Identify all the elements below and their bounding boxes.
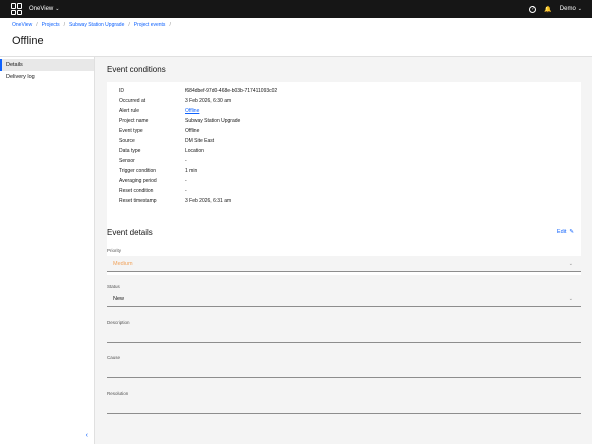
collapse-sidebar-icon[interactable]: ‹ (86, 432, 88, 439)
condition-row: Reset timestamp 3 Feb 2026, 6:31 am (119, 198, 231, 204)
condition-value: f684dbef-97d0-468e-b03b-717411093c02 (185, 88, 278, 94)
priority-select[interactable]: Medium ⌄ (107, 256, 581, 272)
priority-value: Medium (113, 261, 133, 267)
condition-key: Project name (119, 118, 149, 124)
priority-label: Priority (107, 248, 122, 253)
cause-input[interactable] (107, 362, 581, 378)
edit-label: Edit (556, 229, 567, 235)
chevron-down-icon: ⌄ (55, 6, 60, 12)
condition-value: - (185, 188, 187, 194)
condition-key: Alert rule (119, 108, 140, 114)
top-bar: OneView ⌄ ? 🔔 Demo ⌄ (0, 0, 592, 18)
condition-key: Data type (119, 148, 141, 154)
condition-value: 1 min (185, 168, 198, 174)
condition-row: Source DM Site East (119, 138, 214, 144)
description-input[interactable] (107, 327, 581, 343)
chevron-down-icon: ⌄ (568, 261, 573, 267)
condition-value: 3 Feb 2026, 6:31 am (185, 198, 232, 204)
condition-key: Reset condition (119, 188, 154, 194)
event-conditions-card: ID f684dbef-97d0-468e-b03b-717411093c02 O… (107, 82, 581, 275)
resolution-label: Resolution (107, 391, 129, 396)
condition-key: Averaging period (119, 178, 157, 184)
app-title: OneView (29, 6, 54, 12)
breadcrumb-separator: / (169, 22, 171, 28)
condition-value: - (185, 178, 187, 184)
user-menu[interactable]: Demo ⌄ (560, 6, 582, 12)
main-content: Event conditions ID f684dbef-97d0-468e-b0… (96, 57, 592, 444)
condition-value: Offline (185, 128, 200, 134)
cause-label: Cause (107, 355, 121, 360)
condition-value: Location (185, 148, 204, 154)
breadcrumb-projects[interactable]: Projects (42, 22, 60, 28)
condition-row: Sensor - (119, 158, 187, 164)
condition-key: Reset timestamp (119, 198, 157, 204)
edit-button[interactable]: Edit ✎ (557, 229, 574, 235)
breadcrumb-separator: / (128, 22, 130, 28)
breadcrumb-oneview[interactable]: OneView (12, 22, 32, 28)
condition-key: ID (119, 88, 124, 94)
condition-value: Subway Station Upgrade (185, 118, 241, 124)
notification-bell-icon[interactable]: 🔔 (544, 6, 551, 13)
breadcrumb: OneView / Projects / Subway Station Upgrad… (12, 22, 171, 28)
event-conditions-title: Event conditions (107, 65, 166, 74)
description-label: Description (107, 320, 130, 325)
alert-rule-link[interactable]: Offline (185, 108, 199, 114)
condition-key: Occurred at (119, 98, 146, 104)
condition-row: Alert rule Offline (119, 108, 199, 114)
breadcrumb-project-events[interactable]: Project events (134, 22, 166, 28)
app-logo-icon[interactable] (11, 3, 23, 15)
condition-key: Sensor (119, 158, 135, 164)
event-details-title: Event details (107, 228, 153, 237)
condition-key: Source (119, 138, 135, 144)
breadcrumb-separator: / (63, 22, 66, 28)
resolution-input[interactable] (107, 398, 581, 414)
status-select[interactable]: New ⌄ (107, 291, 581, 307)
status-label: Status (107, 284, 120, 289)
condition-value: - (185, 158, 187, 164)
condition-value: DM Site East (185, 138, 215, 144)
breadcrumb-project[interactable]: Subway Station Upgrade (69, 22, 124, 28)
page-title: Offline (12, 35, 44, 47)
condition-key: Event type (119, 128, 143, 134)
help-icon[interactable]: ? (529, 5, 537, 13)
sidebar-item-details[interactable]: Details (0, 59, 94, 71)
page-header: OneView / Projects / Subway Station Upgrad… (0, 18, 592, 57)
condition-row: ID f684dbef-97d0-468e-b03b-717411093c02 (119, 88, 277, 94)
breadcrumb-separator: / (36, 22, 38, 28)
app-switcher[interactable]: OneView ⌄ (29, 6, 59, 12)
pencil-icon: ✎ (569, 229, 574, 235)
condition-row: Averaging period - (119, 178, 187, 184)
status-value: New (113, 296, 125, 302)
condition-row: Occurred at 3 Feb 2026, 6:30 am (119, 98, 231, 104)
sidebar-item-delivery-log[interactable]: Delivery log (0, 71, 94, 83)
condition-key: Trigger condition (119, 168, 157, 174)
condition-row: Event type Offline (119, 128, 199, 134)
chevron-down-icon: ⌄ (568, 296, 573, 302)
condition-row: Reset condition - (119, 188, 187, 194)
chevron-down-icon: ⌄ (577, 6, 582, 12)
condition-row: Trigger condition 1 min (119, 168, 197, 174)
sidebar: Details Delivery log ‹ (0, 57, 95, 444)
user-name: Demo (559, 6, 576, 12)
condition-row: Data type Location (119, 148, 204, 154)
condition-row: Project name Subway Station Upgrade (119, 118, 240, 124)
condition-value: 3 Feb 2026, 6:30 am (185, 98, 232, 104)
